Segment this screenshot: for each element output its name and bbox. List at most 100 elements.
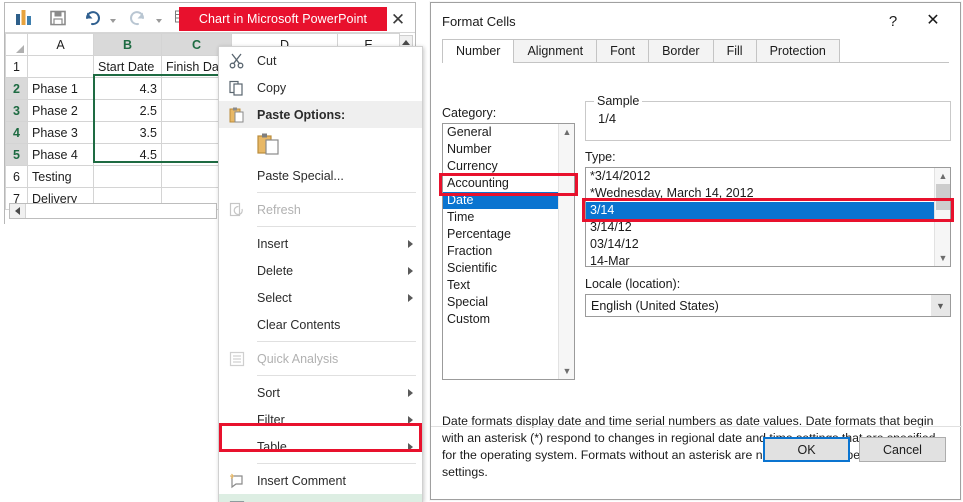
paste-keep-source-formatting-icon[interactable] [257, 132, 281, 159]
menu-separator [257, 226, 416, 227]
row-header-5[interactable]: 5 [5, 143, 28, 166]
redo-icon[interactable] [123, 5, 153, 31]
menu-separator [257, 341, 416, 342]
row-header-3[interactable]: 3 [5, 99, 28, 122]
category-option-text[interactable]: Text [443, 277, 574, 294]
chevron-up-icon[interactable]: ▲ [935, 168, 950, 184]
type-option-0[interactable]: *3/14/2012 [586, 168, 950, 185]
ok-button[interactable]: OK [763, 437, 850, 462]
menu-item-filter[interactable]: Filter [219, 406, 422, 433]
menu-item-label: Select [257, 290, 292, 305]
chevron-down-icon[interactable]: ▼ [559, 363, 574, 379]
sample-group: Sample 1/4 [585, 94, 951, 141]
category-option-date[interactable]: Date [443, 192, 574, 209]
cancel-button[interactable]: Cancel [859, 437, 946, 462]
menu-item-refresh: Refresh [219, 196, 422, 223]
menu-item-label: Cut [257, 53, 277, 68]
menu-separator [257, 463, 416, 464]
scroll-left-arrow[interactable] [10, 204, 26, 218]
menu-item-label: Sort [257, 385, 280, 400]
menu-item-delete[interactable]: Delete [219, 257, 422, 284]
menu-item-cut[interactable]: Cut [219, 47, 422, 74]
menu-item-insert[interactable]: Insert [219, 230, 422, 257]
chevron-down-icon[interactable]: ▼ [931, 295, 950, 316]
category-option-fraction[interactable]: Fraction [443, 243, 574, 260]
cell-b3[interactable]: 2.5 [93, 99, 162, 122]
menu-item-table[interactable]: Table [219, 433, 422, 460]
cell-a4[interactable]: Phase 3 [27, 121, 94, 144]
type-option-2[interactable]: 3/14 [586, 202, 950, 219]
refresh-icon [227, 200, 247, 220]
category-option-general[interactable]: General [443, 124, 574, 141]
dialog-titlebar: Format Cells ? ✕ [431, 3, 960, 39]
cell-b6[interactable] [93, 165, 162, 188]
close-icon[interactable]: ✕ [387, 8, 409, 30]
type-option-4[interactable]: 03/14/12 [586, 236, 950, 253]
type-option-3[interactable]: 3/14/12 [586, 219, 950, 236]
close-icon[interactable]: ✕ [922, 10, 944, 30]
tab-protection[interactable]: Protection [755, 39, 840, 62]
chart-icon[interactable] [9, 5, 39, 31]
dialog-body: Category: General Number Currency Accoun… [431, 63, 960, 479]
row-header-1[interactable]: 1 [5, 55, 28, 78]
horizontal-scrollbar[interactable] [9, 203, 217, 219]
type-scrollbar[interactable]: ▲ ▼ [934, 168, 950, 266]
menu-item-quick-analysis: Quick Analysis [219, 345, 422, 372]
menu-item-label: Insert Comment [257, 473, 346, 488]
chevron-down-icon[interactable]: ▼ [935, 250, 950, 266]
menu-item-label: Paste Options: [257, 107, 346, 122]
select-all-corner[interactable] [5, 33, 28, 56]
type-option-5[interactable]: 14-Mar [586, 253, 950, 266]
scrollbar-thumb[interactable] [936, 184, 950, 210]
locale-select[interactable]: English (United States) ▼ [585, 294, 951, 317]
redo-dropdown-icon[interactable] [153, 5, 165, 31]
menu-item-clear-contents[interactable]: Clear Contents [219, 311, 422, 338]
category-option-accounting[interactable]: Accounting [443, 175, 574, 192]
category-option-custom[interactable]: Custom [443, 311, 574, 328]
column-header-b[interactable]: B [93, 33, 162, 56]
cell-b1[interactable]: Start Date [93, 55, 162, 78]
menu-item-insert-comment[interactable]: Insert Comment [219, 467, 422, 494]
category-option-special[interactable]: Special [443, 294, 574, 311]
paste-options-buttons [219, 128, 422, 162]
menu-item-format-cells[interactable]: Format Cells... [219, 494, 422, 502]
cell-b2[interactable]: 4.3 [93, 77, 162, 100]
row-header-4[interactable]: 4 [5, 121, 28, 144]
column-header-a[interactable]: A [27, 33, 94, 56]
cell-a5[interactable]: Phase 4 [27, 143, 94, 166]
category-scrollbar[interactable]: ▲ ▼ [558, 124, 574, 379]
menu-item-select[interactable]: Select [219, 284, 422, 311]
undo-dropdown-icon[interactable] [107, 5, 119, 31]
category-option-percentage[interactable]: Percentage [443, 226, 574, 243]
category-listbox[interactable]: General Number Currency Accounting Date … [442, 123, 575, 380]
cell-a1[interactable] [27, 55, 94, 78]
menu-item-sort[interactable]: Sort [219, 379, 422, 406]
menu-item-copy[interactable]: Copy [219, 74, 422, 101]
category-option-time[interactable]: Time [443, 209, 574, 226]
cell-a3[interactable]: Phase 2 [27, 99, 94, 122]
type-listbox[interactable]: *3/14/2012 *Wednesday, March 14, 2012 3/… [585, 167, 951, 267]
tab-alignment[interactable]: Alignment [513, 39, 598, 62]
cell-b4[interactable]: 3.5 [93, 121, 162, 144]
help-icon[interactable]: ? [882, 11, 904, 31]
cell-a2[interactable]: Phase 1 [27, 77, 94, 100]
chevron-up-icon[interactable]: ▲ [559, 124, 574, 140]
number-format-panel: Sample 1/4 Type: *3/14/2012 *Wednesday, … [582, 94, 954, 317]
menu-item-label: Paste Special... [257, 168, 344, 183]
row-header-6[interactable]: 6 [5, 165, 28, 188]
category-option-scientific[interactable]: Scientific [443, 260, 574, 277]
cell-a6[interactable]: Testing [27, 165, 94, 188]
undo-icon[interactable] [77, 5, 107, 31]
tab-border[interactable]: Border [648, 39, 714, 62]
tab-number[interactable]: Number [442, 39, 515, 63]
chevron-right-icon [408, 293, 413, 302]
cell-b5[interactable]: 4.5 [93, 143, 162, 166]
row-header-2[interactable]: 2 [5, 77, 28, 100]
tab-font[interactable]: Font [596, 39, 650, 62]
tab-fill[interactable]: Fill [712, 39, 757, 62]
type-option-1[interactable]: *Wednesday, March 14, 2012 [586, 185, 950, 202]
category-option-currency[interactable]: Currency [443, 158, 574, 175]
category-option-number[interactable]: Number [443, 141, 574, 158]
save-icon[interactable] [43, 5, 73, 31]
menu-item-paste-special[interactable]: Paste Special... [219, 162, 422, 189]
